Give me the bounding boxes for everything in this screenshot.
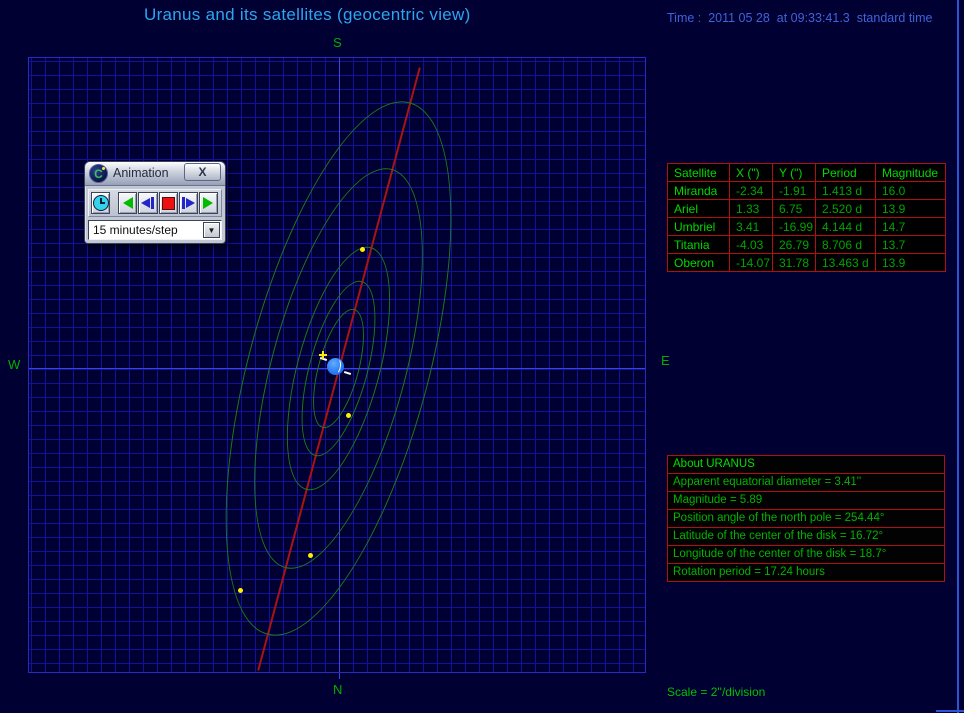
animation-toolbar [88, 189, 222, 217]
step-forward-icon [181, 197, 195, 209]
step-backward-triangle [141, 198, 151, 208]
table-header-row: Satellite X (") Y (") Period Magnitude [667, 163, 946, 182]
window-bottom-edge [936, 710, 964, 712]
direction-label-west: W [8, 357, 21, 372]
page-title: Uranus and its satellites (geocentric vi… [144, 5, 471, 24]
cell-x: -14.07 [729, 253, 773, 272]
play-forward-button[interactable] [198, 192, 219, 214]
cell-y: 31.78 [772, 253, 816, 272]
cell-period: 8.706 d [815, 235, 876, 254]
table-row: Miranda -2.34 -1.91 1.413 d 16.0 [667, 181, 946, 200]
table-row: Umbriel 3.41 -16.99 4.144 d 14.7 [667, 217, 946, 236]
col-header-y: Y (") [772, 163, 816, 182]
table-row: Titania -4.03 26.79 8.706 d 13.7 [667, 235, 946, 254]
coelix-app-icon: C [89, 164, 108, 183]
uranus-disk [327, 357, 344, 375]
cell-x: 3.41 [729, 217, 773, 236]
animation-dialog: C Animation X 15 minutes/step ▼ [84, 161, 226, 244]
animation-dialog-title: Animation [113, 166, 169, 180]
cell-satellite-name: Miranda [667, 181, 730, 200]
scale-label: Scale = 2''/division [667, 685, 766, 699]
cell-magnitude: 13.9 [875, 253, 946, 272]
cell-magnitude: 14.7 [875, 217, 946, 236]
cell-magnitude: 16.0 [875, 181, 946, 200]
cell-y: 26.79 [772, 235, 816, 254]
satellite-oberon [238, 588, 243, 593]
cell-period: 1.413 d [815, 181, 876, 200]
miranda-star-bar [322, 351, 324, 359]
step-backward-icon [141, 197, 155, 209]
cell-satellite-name: Titania [667, 235, 730, 254]
clock-icon [92, 195, 109, 211]
stop-button[interactable] [158, 192, 178, 214]
cell-x: 1.33 [729, 199, 773, 218]
satellite-titania [308, 553, 313, 558]
cell-x: -2.34 [729, 181, 773, 200]
cell-y: -16.99 [772, 217, 816, 236]
step-backward-button[interactable] [138, 192, 158, 214]
app-icon-star [102, 167, 105, 170]
step-interval-value: 15 minutes/step [93, 223, 178, 237]
sky-plot [28, 57, 646, 679]
stop-icon [161, 196, 175, 210]
uranus-meridian-arc [331, 357, 342, 375]
play-backward-icon [122, 197, 133, 209]
cell-satellite-name: Umbriel [667, 217, 730, 236]
step-forward-triangle [185, 198, 195, 208]
direction-label-north: N [333, 682, 343, 697]
cell-satellite-name: Oberon [667, 253, 730, 272]
axis-tick [339, 673, 340, 679]
step-forward-bar [181, 197, 185, 209]
direction-label-east: E [661, 353, 670, 368]
window-right-edge [957, 0, 959, 713]
table-row: Ariel 1.33 6.75 2.520 d 13.9 [667, 199, 946, 218]
cell-x: -4.03 [729, 235, 773, 254]
cell-period: 4.144 d [815, 217, 876, 236]
cell-period: 13.463 d [815, 253, 876, 272]
satellite-miranda [319, 351, 327, 359]
table-row: Oberon -14.07 31.78 13.463 d 13.9 [667, 253, 946, 272]
step-backward-bar [151, 197, 155, 209]
step-forward-button[interactable] [178, 192, 198, 214]
chevron-down-icon[interactable]: ▼ [203, 222, 220, 238]
about-line: Apparent equatorial diameter = 3.41'' [668, 474, 944, 492]
time-display: Time : 2011 05 28 at 09:33:41.3 standard… [667, 11, 933, 25]
cell-period: 2.520 d [815, 199, 876, 218]
about-line: Rotation period = 17.24 hours [673, 566, 825, 578]
play-forward-icon [203, 197, 214, 209]
real-time-clock-button[interactable] [91, 192, 111, 214]
close-button[interactable]: X [184, 163, 221, 181]
satellite-umbriel [360, 247, 365, 252]
about-panel-title: About URANUS [668, 456, 944, 474]
col-header-period: Period [815, 163, 876, 182]
col-header-satellite: Satellite [667, 163, 730, 182]
cell-magnitude: 13.9 [875, 199, 946, 218]
satellite-ariel [346, 413, 351, 418]
satellite-table: Satellite X (") Y (") Period Magnitude M… [667, 163, 946, 272]
col-header-magnitude: Magnitude [875, 163, 946, 182]
cell-magnitude: 13.7 [875, 235, 946, 254]
animation-dialog-titlebar[interactable]: C Animation X [85, 162, 225, 186]
about-line: Position angle of the north pole = 254.4… [668, 510, 944, 528]
cell-y: -1.91 [772, 181, 816, 200]
cell-satellite-name: Ariel [667, 199, 730, 218]
about-line: Magnitude = 5.89 [668, 492, 944, 510]
step-interval-select[interactable]: 15 minutes/step ▼ [88, 220, 222, 240]
about-line: Latitude of the center of the disk = 16.… [668, 528, 944, 546]
play-backward-button[interactable] [118, 192, 138, 214]
direction-label-south: S [333, 35, 342, 50]
cell-y: 6.75 [772, 199, 816, 218]
col-header-x: X (") [729, 163, 773, 182]
about-uranus-panel: About URANUS Apparent equatorial diamete… [667, 455, 945, 582]
about-line: Longitude of the center of the disk = 18… [668, 546, 944, 564]
app-window: { "header": { "title": "Uranus and its s… [0, 0, 964, 713]
